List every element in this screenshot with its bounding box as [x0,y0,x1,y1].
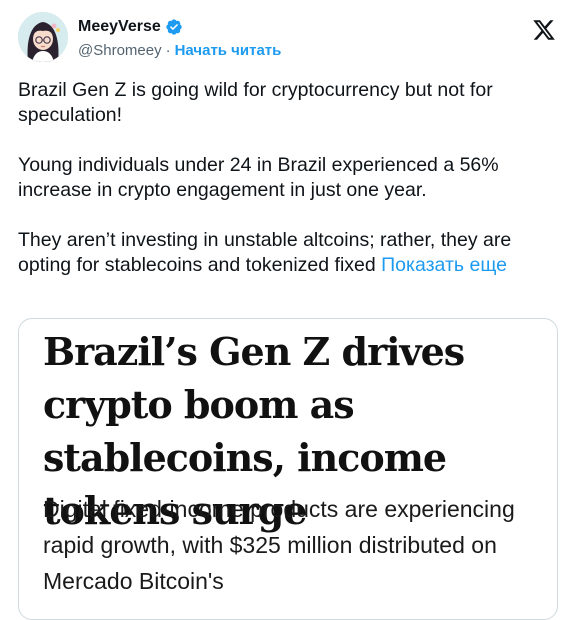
link-preview-card[interactable]: Brazil’s Gen Z drives crypto boom as sta… [18,318,558,620]
avatar[interactable] [18,12,68,62]
display-name-row: MeeyVerse [78,16,281,38]
tweet-paragraph-last: They aren’t investing in unstable altcoi… [18,228,558,278]
handle[interactable]: @Shromeey [78,42,162,59]
verified-badge-icon [166,19,182,35]
display-name[interactable]: MeeyVerse [78,18,161,36]
author-block: MeeyVerse @Shromeey · Начать читать [78,16,281,60]
handle-row: @Shromeey · Начать читать [78,40,281,60]
x-logo-icon[interactable] [532,18,556,42]
tweet-paragraph: Young individuals under 24 in Brazil exp… [18,154,499,201]
tweet-paragraph: Brazil Gen Z is going wild for cryptocur… [18,79,493,126]
avatar-anime-girl-icon [18,12,68,62]
card-subheadline: Digital fixed-income products are experi… [43,496,515,594]
show-more-link[interactable]: Показать еще [381,254,507,276]
tweet-text: Brazil Gen Z is going wild for cryptocur… [18,78,558,278]
follow-button[interactable]: Начать читать [175,42,282,59]
tweet-header: MeeyVerse @Shromeey · Начать читать [18,12,558,68]
tweet: MeeyVerse @Shromeey · Начать читать Braz… [0,0,574,620]
separator-dot: · [165,41,171,59]
